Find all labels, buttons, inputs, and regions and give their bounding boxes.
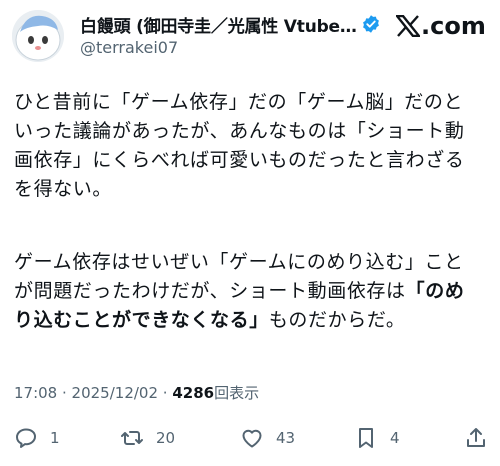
tweet-date[interactable]: 2025/12/02 <box>72 384 158 402</box>
like-button[interactable]: 43 <box>240 420 295 456</box>
name-row: 白饅頭 (御田寺圭／光属性 Vtube… <box>80 12 390 37</box>
repost-count: 20 <box>156 429 176 447</box>
repost-icon <box>121 431 143 445</box>
tweet-text: ひと昔前に「ゲーム依存」だの「ゲーム脳」だのと いった議論があったが、あんなもの… <box>14 88 488 335</box>
view-count: 4286 <box>172 384 215 402</box>
tweet-header: 白饅頭 (御田寺圭／光属性 Vtube… @terrakei07 .com <box>0 0 500 70</box>
bookmark-icon <box>359 428 373 448</box>
action-bar: 1 20 43 4 <box>0 420 500 456</box>
meta-separator: · <box>57 384 72 402</box>
reply-count: 1 <box>50 429 60 447</box>
x-logo-icon <box>396 15 420 37</box>
tweet-time[interactable]: 17:08 <box>14 384 57 402</box>
share-icon <box>467 428 485 447</box>
heart-icon <box>242 429 262 448</box>
avatar-ghost-icon <box>12 10 64 62</box>
meta-separator: · <box>158 384 173 402</box>
display-name[interactable]: 白饅頭 (御田寺圭／光属性 Vtube… <box>80 12 357 37</box>
verified-badge-icon <box>362 15 379 33</box>
x-logo: .com <box>396 12 486 40</box>
reply-icon <box>16 428 36 448</box>
avatar[interactable] <box>12 10 64 62</box>
views-label: 回表示 <box>214 384 260 402</box>
bookmark-button[interactable]: 4 <box>354 420 400 456</box>
repost-button[interactable]: 20 <box>120 420 175 456</box>
tweet-paragraph-2-prefix: ゲーム依存はせいぜい「ゲームにのめり込む」こと が問題だったわけだが、ショート動… <box>14 251 464 302</box>
site-domain: .com <box>421 12 486 40</box>
like-count: 43 <box>276 429 296 447</box>
tweet-paragraph-2-suffix: ものだからだ。 <box>268 309 406 331</box>
tweet-paragraph-1: ひと昔前に「ゲーム依存」だの「ゲーム脳」だのと いった議論があったが、あんなもの… <box>14 91 465 200</box>
handle[interactable]: @terrakei07 <box>80 38 178 57</box>
tweet-paragraph-2: ゲーム依存はせいぜい「ゲームにのめり込む」こと が問題だったわけだが、ショート動… <box>14 248 488 335</box>
share-button[interactable] <box>464 420 488 456</box>
reply-button[interactable]: 1 <box>14 420 60 456</box>
bookmark-count: 4 <box>390 429 400 447</box>
tweet-meta: 17:08 · 2025/12/02 · 4286回表示 <box>14 382 259 403</box>
